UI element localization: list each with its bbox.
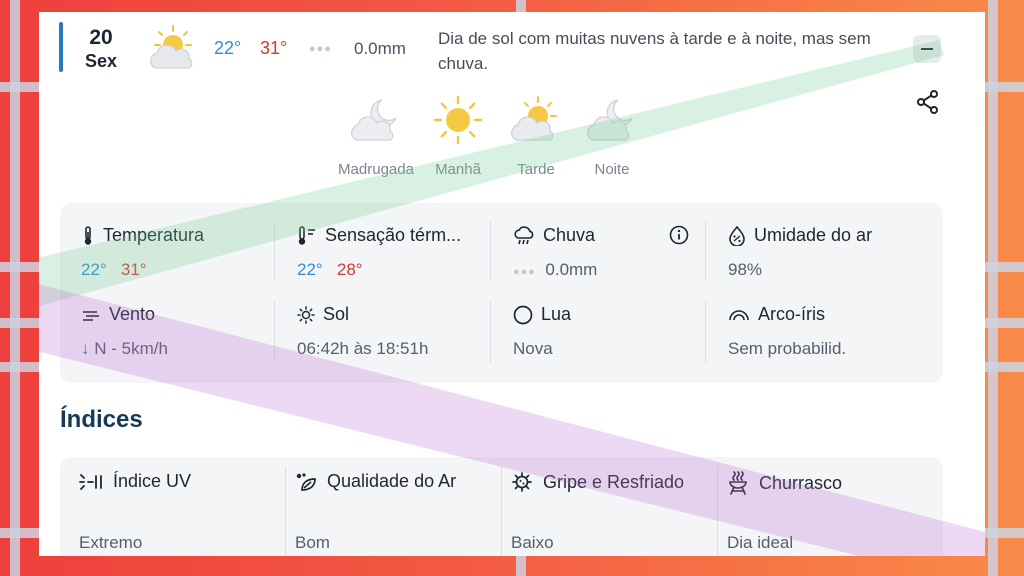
detail-title: Sensação térm... [325, 225, 462, 245]
wind-icon [83, 310, 99, 321]
moon-cloud-icon [586, 99, 633, 141]
period-label: Noite [594, 161, 630, 178]
sun-outline-icon [297, 305, 315, 324]
detail-title: Sol [323, 304, 350, 324]
detail-sun-value: 06:42h às 18:51h [297, 339, 429, 358]
detail-vento: Vento ↓ N - 5km/h [81, 304, 277, 359]
index-value: Extremo [79, 533, 143, 552]
detail-feels-min: 22° [297, 260, 323, 279]
detail-sol: Sol 06:42h às 18:51h [297, 304, 493, 359]
detail-temp-max: 31° [120, 260, 147, 279]
grill-icon [729, 471, 747, 495]
index-title: Churrasco [759, 472, 843, 493]
thermometer-icon [84, 225, 92, 245]
index-title: Índice UV [113, 471, 192, 491]
period-noite: Noite [575, 94, 649, 178]
day-accent-bar [59, 22, 63, 72]
detail-title: Lua [541, 304, 572, 324]
info-icon[interactable] [669, 225, 689, 245]
feels-like-icon [298, 225, 315, 245]
detail-humidity-value: 98% [728, 260, 763, 279]
day-weekday: Sex [84, 51, 118, 71]
virus-icon [512, 472, 532, 492]
indices-grid: Índice UV Extremo Qualidade do Ar Bom Gr… [60, 457, 943, 556]
period-label: Tarde [517, 161, 555, 178]
collapse-button[interactable] [913, 35, 941, 63]
index-flu[interactable]: Gripe e Resfriado Baixo [492, 457, 706, 556]
weather-details: Temperatura 22° 31° Sensação térm... 22°… [60, 203, 943, 383]
share-icon[interactable] [914, 88, 942, 116]
detail-title: Chuva [543, 225, 596, 245]
detail-temperatura: Temperatura 22° 31° [81, 225, 277, 280]
period-tarde: Tarde [499, 94, 573, 178]
wind-direction-arrow-icon: ↓ [81, 339, 90, 358]
period-manha: Manhã [421, 94, 495, 178]
period-madrugada: Madrugada [331, 94, 421, 178]
moon-phase-icon [513, 305, 533, 324]
day-header[interactable]: 20 Sex 22° 31° ●●● 0.0mm Dia de sol com … [59, 18, 959, 82]
temp-min: 22° [214, 38, 242, 58]
sun-cloud-icon [510, 96, 557, 141]
temp-max: 31° [260, 38, 288, 58]
index-value: Dia ideal [727, 533, 794, 552]
index-uv[interactable]: Índice UV Extremo [60, 457, 274, 556]
detail-rainbow-value: Sem probabilid. [728, 339, 847, 358]
detail-temp-min: 22° [81, 260, 107, 279]
leaf-icon [296, 472, 316, 491]
rain-cloud-icon [514, 225, 534, 244]
detail-sensacao: Sensação térm... 22° 28° [297, 225, 493, 280]
rain-drops-icon: ●●● [513, 266, 536, 278]
index-value: Baixo [511, 533, 554, 552]
detail-title: Umidade do ar [754, 225, 873, 245]
detail-title: Vento [109, 304, 156, 324]
detail-rain-value: 0.0mm [545, 260, 598, 279]
index-title: Gripe e Resfriado [543, 471, 685, 492]
sun-cloud-icon [150, 25, 193, 69]
index-title: Qualidade do Ar [327, 471, 457, 491]
index-air-quality[interactable]: Qualidade do Ar Bom [276, 457, 490, 556]
detail-wind-value: N - 5km/h [94, 339, 168, 358]
forecast-card: 20 Sex 22° 31° ●●● 0.0mm Dia de sol com … [39, 12, 985, 556]
period-label: Manhã [435, 161, 481, 178]
humidity-icon [729, 225, 745, 246]
detail-title: Arco-íris [758, 304, 825, 324]
rain-drops-icon: ●●● [309, 43, 332, 55]
index-value: Bom [295, 533, 330, 552]
index-barbecue[interactable]: Churrasco Dia ideal [708, 457, 922, 556]
indices-title: Índices [60, 406, 143, 433]
uv-index-icon [79, 473, 102, 490]
period-label: Madrugada [338, 161, 414, 178]
rainbow-icon [729, 309, 749, 320]
detail-moon-value: Nova [513, 339, 553, 358]
detail-lua: Lua Nova [513, 304, 709, 359]
detail-title: Temperatura [103, 225, 205, 245]
day-periods: Madrugada Manhã Tarde Noite [331, 94, 651, 184]
detail-arcoiris: Arco-íris Sem probabilid. [728, 304, 924, 359]
moon-cloud-icon [350, 99, 397, 141]
sun-icon [433, 95, 483, 145]
rain-amount: 0.0mm [354, 39, 406, 58]
detail-umidade: Umidade do ar 98% [728, 225, 924, 280]
day-description: Dia de sol com muitas nuvens à tarde e à… [438, 29, 871, 73]
day-number: 20 [89, 26, 113, 49]
minus-icon [921, 48, 933, 50]
detail-feels-max: 28° [336, 260, 363, 279]
